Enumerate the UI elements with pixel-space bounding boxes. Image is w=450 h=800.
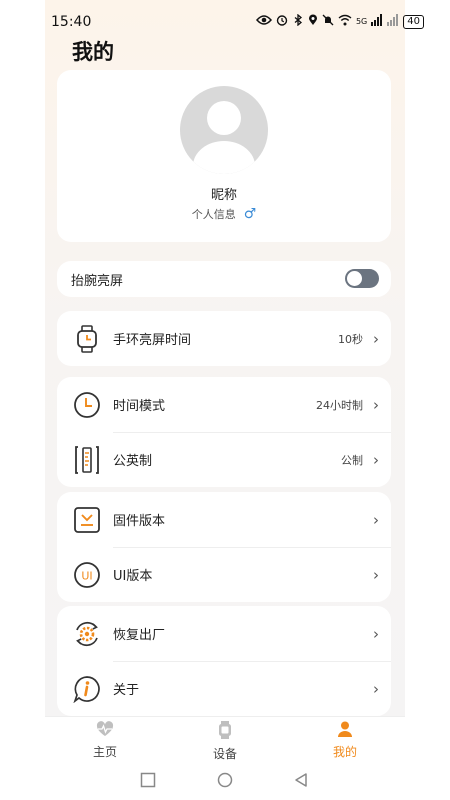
watch-icon — [219, 721, 231, 739]
svg-text:UI: UI — [81, 569, 92, 582]
about-label: 关于 — [113, 683, 140, 698]
reset-gear-icon — [73, 620, 101, 648]
misc-card: 恢复出厂 › 关于 › — [57, 606, 391, 716]
location-icon — [308, 14, 318, 29]
network-type: 5G — [355, 17, 368, 26]
version-card: 固件版本 › UI UI版本 › — [57, 492, 391, 602]
chevron-right-icon: › — [373, 395, 379, 414]
signal-weak-icon — [387, 14, 399, 29]
status-icons: 5G 40 — [255, 13, 424, 29]
bluetooth-icon — [292, 13, 304, 29]
ui-icon: UI — [73, 561, 101, 589]
settings-card: 时间模式 24小时制 › 公英制 公制 › — [57, 377, 391, 487]
status-time: 15:40 — [51, 14, 92, 30]
wrist-raise-toggle[interactable] — [345, 269, 379, 288]
time-mode-label: 时间模式 — [113, 399, 166, 414]
screen-time-row[interactable]: 手环亮屏时间 10秒 › — [57, 311, 391, 366]
avatar[interactable] — [180, 86, 268, 174]
nav-mine-label: 我的 — [332, 745, 357, 759]
nav-mine[interactable]: 我的 — [305, 721, 385, 760]
wrist-raise-row: 抬腕亮屏 — [57, 261, 391, 297]
personal-info-link[interactable]: 个人信息 ♂ — [57, 206, 391, 222]
ui-version-row[interactable]: UI UI版本 › — [57, 547, 391, 602]
nav-device[interactable]: 设备 — [185, 721, 265, 762]
nav-home[interactable]: 主页 — [65, 721, 145, 760]
chevron-right-icon: › — [373, 679, 379, 698]
ruler-icon — [73, 445, 101, 474]
signal-icon — [371, 14, 383, 29]
system-nav-bar — [45, 764, 405, 800]
screen-time-label: 手环亮屏时间 — [113, 333, 192, 348]
firmware-download-icon — [73, 506, 101, 534]
clock-icon — [73, 391, 101, 419]
chevron-right-icon: › — [373, 624, 379, 643]
male-icon: ♂ — [243, 206, 257, 222]
person-icon — [338, 721, 352, 737]
wifi-icon — [338, 14, 352, 29]
screen-time-card: 手环亮屏时间 10秒 › — [57, 311, 391, 366]
back-triangle-icon[interactable] — [293, 772, 309, 788]
nav-device-label: 设备 — [212, 747, 237, 761]
nickname[interactable]: 昵称 — [57, 184, 391, 203]
ui-version-label: UI版本 — [113, 569, 153, 584]
heartbeat-icon — [96, 721, 114, 736]
eye-icon — [255, 14, 272, 29]
personal-info-label: 个人信息 — [191, 208, 236, 221]
firmware-version-row[interactable]: 固件版本 › — [57, 492, 391, 547]
unit-system-label: 公英制 — [113, 454, 153, 469]
chevron-right-icon: › — [373, 510, 379, 529]
factory-reset-row[interactable]: 恢复出厂 › — [57, 606, 391, 661]
home-circle-icon[interactable] — [217, 772, 233, 788]
factory-reset-label: 恢复出厂 — [113, 628, 166, 643]
profile-card[interactable]: 昵称 个人信息 ♂ — [57, 70, 391, 242]
info-bubble-icon — [73, 675, 101, 703]
wrist-raise-label: 抬腕亮屏 — [71, 274, 124, 289]
mute-bell-icon — [322, 14, 334, 29]
time-mode-row[interactable]: 时间模式 24小时制 › — [57, 377, 391, 432]
screen-time-value: 10秒 — [338, 332, 363, 346]
unit-system-row[interactable]: 公英制 公制 › — [57, 432, 391, 487]
nav-home-label: 主页 — [92, 745, 117, 759]
about-row[interactable]: 关于 › — [57, 661, 391, 716]
time-mode-value: 24小时制 — [316, 398, 363, 412]
chevron-right-icon: › — [373, 329, 379, 348]
battery-indicator: 40 — [403, 14, 424, 29]
unit-system-value: 公制 — [341, 453, 363, 467]
toggle-knob — [347, 271, 362, 286]
bottom-nav: 主页 设备 我的 — [45, 716, 405, 765]
chevron-right-icon: › — [373, 565, 379, 584]
page-title: 我的 — [72, 40, 114, 64]
firmware-version-label: 固件版本 — [113, 514, 166, 529]
watch-icon — [73, 324, 101, 353]
alarm-icon — [276, 14, 288, 29]
recents-square-icon[interactable] — [140, 772, 156, 788]
chevron-right-icon: › — [373, 450, 379, 469]
